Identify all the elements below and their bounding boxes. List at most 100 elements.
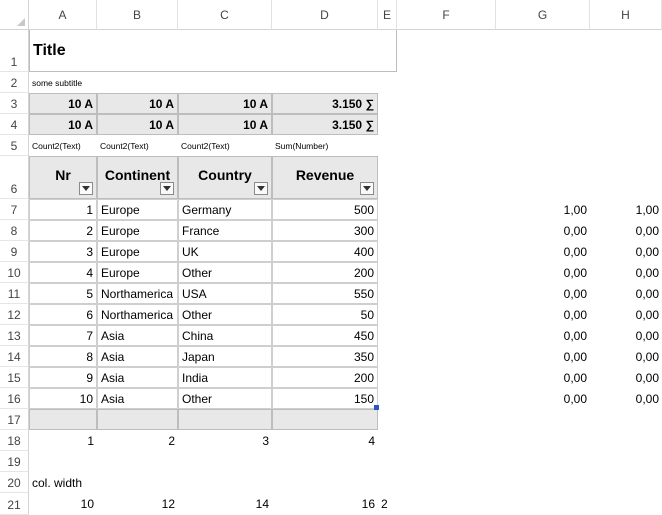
row-header-8[interactable]: 8 <box>0 220 29 241</box>
table-cell[interactable]: Asia <box>97 325 178 346</box>
col-width-value[interactable]: 2 <box>378 493 397 515</box>
summary-cell[interactable]: 3.150 ∑ <box>272 114 378 135</box>
table-cell[interactable]: 50 <box>272 304 378 325</box>
table-cell[interactable]: 3 <box>29 241 97 262</box>
column-index-cell[interactable]: 4 <box>272 430 378 451</box>
row-header-21[interactable]: 21 <box>0 493 29 515</box>
table-cell[interactable]: 500 <box>272 199 378 220</box>
table-cell[interactable]: 300 <box>272 220 378 241</box>
row-header-3[interactable]: 3 <box>0 93 29 114</box>
column-header-d[interactable]: D <box>272 0 378 30</box>
summary-cell[interactable]: 10 A <box>97 93 178 114</box>
value-cell-g[interactable]: 0,00 <box>496 304 590 325</box>
value-cell-h[interactable]: 0,00 <box>590 241 662 262</box>
table-cell[interactable]: France <box>178 220 272 241</box>
row-header-9[interactable]: 9 <box>0 241 29 262</box>
table-cell[interactable]: Germany <box>178 199 272 220</box>
table-cell[interactable]: 5 <box>29 283 97 304</box>
empty-total-cell[interactable] <box>272 409 378 430</box>
table-cell[interactable]: Northamerica <box>97 304 178 325</box>
table-header-country[interactable]: Country <box>178 156 272 199</box>
empty-total-cell[interactable] <box>178 409 272 430</box>
table-cell[interactable]: 350 <box>272 346 378 367</box>
row-header-17[interactable]: 17 <box>0 409 29 430</box>
select-all-corner[interactable] <box>0 0 29 30</box>
column-header-b[interactable]: B <box>97 0 178 30</box>
row-header-12[interactable]: 12 <box>0 304 29 325</box>
table-cell[interactable]: 7 <box>29 325 97 346</box>
summary-cell[interactable]: 10 A <box>29 114 97 135</box>
row-header-5[interactable]: 5 <box>0 135 29 156</box>
col-width-value[interactable]: 14 <box>178 493 272 515</box>
column-index-cell[interactable]: 3 <box>178 430 272 451</box>
table-cell[interactable]: 150 <box>272 388 378 409</box>
row-header-6[interactable]: 6 <box>0 156 29 199</box>
value-cell-h[interactable]: 0,00 <box>590 346 662 367</box>
row-header-11[interactable]: 11 <box>0 283 29 304</box>
table-cell[interactable]: 4 <box>29 262 97 283</box>
column-header-g[interactable]: G <box>496 0 590 30</box>
table-cell[interactable]: Europe <box>97 241 178 262</box>
table-cell[interactable]: Europe <box>97 199 178 220</box>
row-header-14[interactable]: 14 <box>0 346 29 367</box>
table-cell[interactable]: 200 <box>272 367 378 388</box>
column-header-a[interactable]: A <box>29 0 97 30</box>
filter-dropdown-icon[interactable] <box>79 182 93 195</box>
table-cell[interactable]: 1 <box>29 199 97 220</box>
table-cell[interactable]: Asia <box>97 367 178 388</box>
table-cell[interactable]: 2 <box>29 220 97 241</box>
summary-cell[interactable]: 10 A <box>29 93 97 114</box>
table-header-nr[interactable]: Nr <box>29 156 97 199</box>
table-cell[interactable]: Other <box>178 388 272 409</box>
empty-total-cell[interactable] <box>97 409 178 430</box>
summary-cell[interactable]: 10 A <box>178 93 272 114</box>
column-header-c[interactable]: C <box>178 0 272 30</box>
sheet-subtitle[interactable]: some subtitle <box>29 72 272 93</box>
column-header-f[interactable]: F <box>397 0 496 30</box>
row-header-7[interactable]: 7 <box>0 199 29 220</box>
table-cell[interactable]: 8 <box>29 346 97 367</box>
table-cell[interactable]: USA <box>178 283 272 304</box>
value-cell-h[interactable]: 0,00 <box>590 367 662 388</box>
filter-dropdown-icon[interactable] <box>254 182 268 195</box>
value-cell-h[interactable]: 0,00 <box>590 388 662 409</box>
row-header-1[interactable]: 1 <box>0 30 29 72</box>
value-cell-h[interactable]: 0,00 <box>590 325 662 346</box>
row-header-18[interactable]: 18 <box>0 430 29 451</box>
table-cell[interactable]: 450 <box>272 325 378 346</box>
col-width-value[interactable]: 10 <box>29 493 97 515</box>
fill-handle[interactable] <box>374 405 379 410</box>
value-cell-h[interactable]: 0,00 <box>590 220 662 241</box>
table-cell[interactable]: China <box>178 325 272 346</box>
table-cell[interactable]: 10 <box>29 388 97 409</box>
value-cell-h[interactable]: 0,00 <box>590 304 662 325</box>
value-cell-g[interactable]: 0,00 <box>496 367 590 388</box>
empty-total-cell[interactable] <box>29 409 97 430</box>
value-cell-g[interactable]: 0,00 <box>496 283 590 304</box>
col-width-label[interactable]: col. width <box>29 472 178 493</box>
table-cell[interactable]: 200 <box>272 262 378 283</box>
col-width-value[interactable]: 16 <box>272 493 378 515</box>
value-cell-g[interactable]: 1,00 <box>496 199 590 220</box>
aggregate-label[interactable]: Count2(Text) <box>97 135 178 156</box>
table-cell[interactable]: Other <box>178 262 272 283</box>
value-cell-g[interactable]: 0,00 <box>496 325 590 346</box>
value-cell-g[interactable]: 0,00 <box>496 241 590 262</box>
value-cell-h[interactable]: 0,00 <box>590 262 662 283</box>
summary-cell[interactable]: 10 A <box>178 114 272 135</box>
row-header-4[interactable]: 4 <box>0 114 29 135</box>
table-header-revenue[interactable]: Revenue <box>272 156 378 199</box>
table-cell[interactable]: 9 <box>29 367 97 388</box>
table-cell[interactable]: Europe <box>97 262 178 283</box>
table-cell[interactable]: Japan <box>178 346 272 367</box>
value-cell-g[interactable]: 0,00 <box>496 388 590 409</box>
row-header-16[interactable]: 16 <box>0 388 29 409</box>
summary-cell[interactable]: 3.150 ∑ <box>272 93 378 114</box>
table-header-continent[interactable]: Continent <box>97 156 178 199</box>
table-cell[interactable]: Northamerica <box>97 283 178 304</box>
value-cell-h[interactable]: 0,00 <box>590 283 662 304</box>
value-cell-g[interactable]: 0,00 <box>496 220 590 241</box>
table-cell[interactable]: India <box>178 367 272 388</box>
aggregate-label[interactable]: Count2(Text) <box>29 135 97 156</box>
aggregate-label[interactable]: Sum(Number) <box>272 135 378 156</box>
